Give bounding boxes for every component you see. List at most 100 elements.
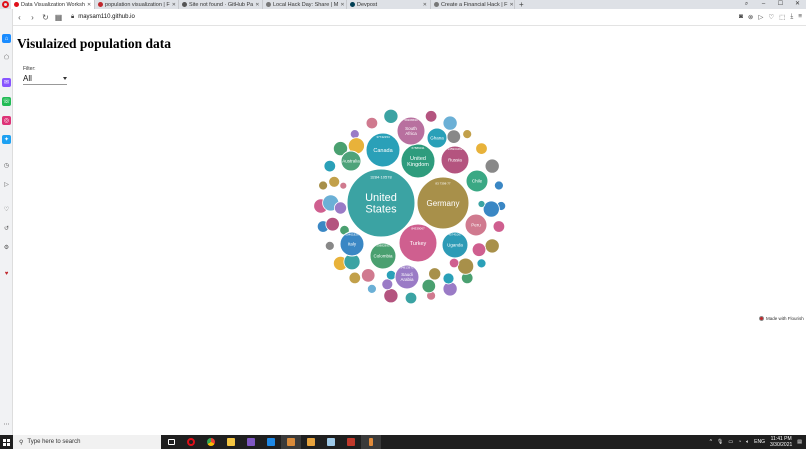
small-bubble[interactable] xyxy=(442,115,458,131)
more-icon[interactable]: ⋯ xyxy=(2,420,11,429)
pin-icon[interactable]: ⬠ xyxy=(2,53,11,62)
bubble-chile[interactable]: Chile xyxy=(465,169,489,193)
clock[interactable]: 11:41 PM 3/30/2021 xyxy=(770,436,792,448)
small-bubble[interactable] xyxy=(339,181,348,190)
file-explorer-icon[interactable] xyxy=(221,435,241,449)
small-bubble[interactable] xyxy=(348,271,362,285)
bubble-russia[interactable]: Russia 145934462 xyxy=(440,145,470,175)
download-icon[interactable]: ⤓ xyxy=(790,13,793,21)
settings-icon[interactable]: ⚙ xyxy=(2,243,11,252)
new-tab-button[interactable]: + xyxy=(515,0,528,9)
search-tabs-icon[interactable]: ⌕ xyxy=(738,0,755,9)
box-icon[interactable]: ⬚ xyxy=(779,13,785,21)
wifi-icon[interactable]: ◔ xyxy=(738,439,741,445)
notifications-icon[interactable]: ▤ xyxy=(797,439,802,445)
instagram-icon[interactable]: ◎ xyxy=(2,116,11,125)
tab-1[interactable]: population visualization | F ✕ xyxy=(95,0,179,9)
volume-icon[interactable]: 🔈︎ xyxy=(746,439,749,445)
small-bubble[interactable] xyxy=(476,258,487,269)
shield-icon[interactable]: ⊗ xyxy=(748,13,753,21)
tab-5[interactable]: Create a Financial Hack | F ✕ xyxy=(431,0,515,9)
small-bubble[interactable] xyxy=(404,291,418,305)
start-button[interactable] xyxy=(0,435,13,449)
small-bubble[interactable] xyxy=(493,180,504,191)
chrome-icon[interactable] xyxy=(201,435,221,449)
minimize-icon[interactable]: – xyxy=(755,0,772,9)
task-view-icon[interactable] xyxy=(161,435,181,449)
send-icon[interactable]: ▷ xyxy=(758,13,763,21)
mic-icon[interactable]: 🎙︎ xyxy=(717,439,723,445)
opera-logo-icon[interactable] xyxy=(0,0,11,9)
small-bubble[interactable] xyxy=(325,216,340,232)
bubble-italy[interactable]: Italy 60461826 xyxy=(339,231,365,257)
twitter-icon[interactable]: ✦ xyxy=(2,135,11,144)
bubble-germany[interactable]: Germany 83 7398·77 xyxy=(416,176,470,230)
visual-studio-icon[interactable] xyxy=(241,435,261,449)
small-bubble[interactable] xyxy=(385,269,397,281)
tabs-grid-icon[interactable]: ▦ xyxy=(52,13,65,22)
small-bubble[interactable] xyxy=(477,200,486,208)
light-bulb-icon[interactable]: ♥ xyxy=(2,269,11,278)
bubble-saudi-arabia[interactable]: SaudiArabia34813871 xyxy=(394,264,420,290)
small-bubble[interactable] xyxy=(424,110,438,123)
close-icon[interactable]: ✕ xyxy=(340,2,344,8)
small-bubble[interactable] xyxy=(361,268,376,283)
close-icon[interactable]: ✕ xyxy=(87,2,91,8)
small-bubble[interactable] xyxy=(492,220,506,233)
home-icon[interactable]: ⌂ xyxy=(2,34,11,43)
clock-icon[interactable]: ◷ xyxy=(2,161,11,170)
heart-icon[interactable]: ♡ xyxy=(768,13,774,21)
small-bubble[interactable] xyxy=(383,108,399,124)
small-bubble[interactable] xyxy=(366,283,377,294)
tab-0[interactable]: Data Visualization Worksh ✕ xyxy=(11,0,95,9)
tab-4[interactable]: Devpost ✕ xyxy=(347,0,431,9)
bubble-south-africa[interactable]: SouthAfrica59308690 xyxy=(396,116,426,146)
forward-icon[interactable]: › xyxy=(26,13,39,22)
chevron-up-icon[interactable]: ^ xyxy=(710,439,712,445)
app-icon-3[interactable] xyxy=(321,435,341,449)
small-bubble[interactable] xyxy=(381,278,394,291)
small-bubble[interactable] xyxy=(365,116,379,130)
url-field[interactable]: 🔒︎ maysam110.github.io xyxy=(71,14,135,21)
app-icon-5[interactable] xyxy=(361,435,381,449)
small-bubble[interactable] xyxy=(318,180,329,191)
close-icon[interactable]: ✕ xyxy=(255,2,259,8)
app-icon-4[interactable] xyxy=(341,435,361,449)
small-bubble[interactable] xyxy=(484,158,500,174)
taskbar-search[interactable]: ⚲ Type here to search xyxy=(13,435,161,449)
bubble-united-kingdom[interactable]: UnitedKingdom67886011 xyxy=(400,143,436,179)
small-bubble[interactable] xyxy=(484,238,500,254)
heart-icon[interactable]: ♡ xyxy=(2,205,11,214)
app-icon-2[interactable] xyxy=(301,435,321,449)
small-bubble[interactable] xyxy=(421,278,437,294)
history-icon[interactable]: ↺ xyxy=(2,224,11,233)
close-icon[interactable]: ✕ xyxy=(172,2,176,8)
small-bubble[interactable] xyxy=(471,242,487,257)
bubble-colombia[interactable]: Colombia 50882891 xyxy=(369,242,397,270)
small-bubble[interactable] xyxy=(333,201,347,215)
bubble-united-states[interactable]: UnitedStates 3284·10578 xyxy=(346,168,416,238)
app-icon-1[interactable] xyxy=(281,435,301,449)
small-bubble[interactable] xyxy=(428,267,442,281)
bubble-ghana[interactable]: Ghana xyxy=(426,127,448,149)
bubble-australia[interactable]: Australia xyxy=(340,150,362,172)
flourish-badge[interactable]: Made with Flourish xyxy=(759,316,804,321)
small-bubble[interactable] xyxy=(328,175,341,188)
tab-3[interactable]: Local Hack Day: Share | M ✕ xyxy=(263,0,347,9)
reload-icon[interactable]: ↻ xyxy=(39,13,52,22)
send-icon[interactable]: ▷ xyxy=(2,180,11,189)
small-bubble[interactable] xyxy=(383,288,399,304)
maximize-icon[interactable]: ☐ xyxy=(772,0,789,9)
close-icon[interactable]: ✕ xyxy=(423,2,427,8)
language-indicator[interactable]: ENG xyxy=(754,439,765,445)
small-bubble[interactable] xyxy=(349,129,360,139)
messenger-icon[interactable]: ✉ xyxy=(2,78,11,87)
small-bubble[interactable] xyxy=(462,129,473,139)
whatsapp-icon[interactable]: ☏ xyxy=(2,97,11,106)
network-icon[interactable]: ▭ xyxy=(728,439,733,445)
small-bubble[interactable] xyxy=(448,257,460,269)
tab-2[interactable]: Site not found · GitHub Pa ✕ xyxy=(179,0,263,9)
vscode-icon[interactable] xyxy=(261,435,281,449)
small-bubble[interactable] xyxy=(324,240,335,251)
small-bubble[interactable] xyxy=(457,257,475,275)
